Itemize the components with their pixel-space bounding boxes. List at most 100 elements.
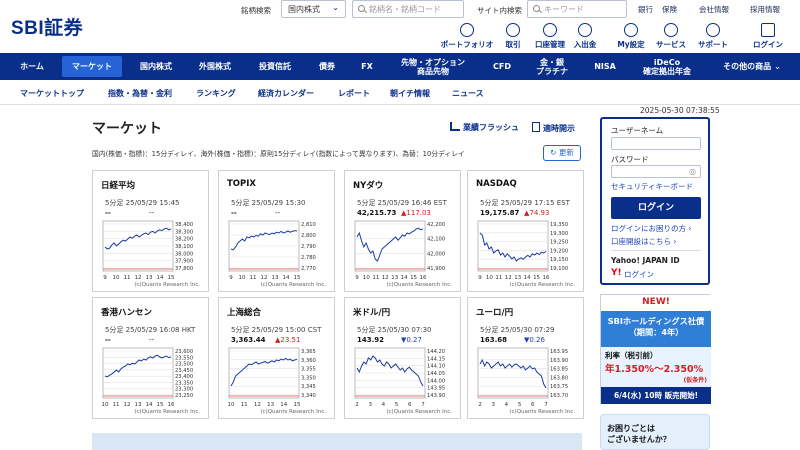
services-button[interactable]: サービス — [651, 23, 691, 50]
x-tick-label: 14 — [401, 275, 408, 281]
card-time: 5分足 25/05/30 07:29 — [480, 326, 555, 334]
nav-ideco[interactable]: iDeCo 確定拠出年金 — [634, 53, 700, 80]
market-card[interactable]: TOPIX 5分足 25/05/29 15:30 -- -- (c)Quants Res… — [218, 170, 335, 292]
nav-other-products[interactable]: その他の商品 ⌄ — [712, 53, 792, 80]
banner-rate: 利率（税引前） 年1.350%〜2.350% (仮条件) — [601, 347, 711, 387]
intraday-chart: 38,40038,300 38,20038,10038,000 37,90037,8… — [102, 220, 193, 281]
market-card[interactable]: 香港ハンセン 5分足 25/05/29 16:08 HKT -- -- (c)Quant… — [92, 297, 209, 419]
subnav-indices[interactable]: 指数・為替・金利 — [108, 88, 172, 99]
link-insurance[interactable]: 保険 — [662, 4, 677, 15]
subnav-market-top[interactable]: マーケットトップ — [20, 88, 84, 99]
x-tick-label: 16 — [543, 275, 550, 281]
y-tick-label: 38,100 — [175, 244, 193, 250]
subnav-reports[interactable]: レポート — [338, 88, 370, 99]
yahoo-login-link[interactable]: ログイン — [624, 269, 654, 280]
intraday-chart: 2,810 2,800 2,790 2,780 2,770 9 10 11 12 13 14 15 — [228, 220, 316, 281]
intraday-chart: 3,365 3,360 3,355 3,350 3,345 3,340 10 11 12 13 14… — [228, 347, 316, 408]
subnav-news[interactable]: ニュース — [452, 88, 484, 99]
card-change: -- — [149, 336, 155, 344]
portfolio-button[interactable]: ポートフォリオ — [440, 23, 494, 50]
login-header-button[interactable]: ログイン — [751, 23, 785, 50]
card-title: NYダウ — [353, 181, 384, 191]
x-tick-label: 7 — [544, 402, 548, 408]
market-card[interactable]: 上海総合 5分足 25/05/29 15:00 CST 3,363.44 ▲23.51… — [218, 297, 335, 419]
market-card[interactable]: 日経平均 5分足 25/05/29 15:45 -- -- (c)Quants Rese… — [92, 170, 209, 292]
subnav-ranking[interactable]: ランキング — [196, 88, 236, 99]
nav-cfd[interactable]: CFD — [486, 53, 518, 80]
bond-banner[interactable]: NEW! SBIホールディングス社債 （期間：4年） 利率（税引前） 年1.350… — [600, 294, 711, 404]
price-series-line — [104, 354, 172, 378]
help-widget[interactable]: お困りごとは ございませんか？ — [600, 414, 710, 450]
nav-investment-trusts[interactable]: 投資信託 — [250, 53, 300, 80]
security-keyboard-link[interactable]: セキュリティキーボード — [611, 181, 693, 192]
y-tick-label: 38,400 — [175, 222, 193, 228]
earnings-flash-link[interactable]: 業績フラッシュ — [450, 122, 519, 133]
login-help-link[interactable]: ログインにお困りの方 › — [611, 223, 691, 234]
account-button[interactable]: 口座管理 — [532, 23, 568, 50]
username-label: ユーザーネーム — [611, 126, 664, 135]
nav-nisa[interactable]: NISA — [588, 53, 622, 80]
card-change: -- — [149, 209, 155, 217]
my-settings-button[interactable]: My設定 — [616, 23, 646, 50]
market-select[interactable]: 国内株式 ⌄ — [281, 0, 346, 18]
main-nav: ホーム マーケット 国内株式 外国株式 投資信託 債券 FX 先物・オプション … — [0, 53, 800, 80]
card-credit: (c)Quants Research Inc. — [260, 282, 326, 288]
x-tick-label: 5 — [518, 402, 522, 408]
yahoo-id-label: Yahoo! JAPAN ID — [611, 256, 680, 265]
refresh-button[interactable]: ↻ 更新 — [543, 145, 581, 161]
nav-bonds[interactable]: 債券 — [309, 53, 345, 80]
username-input[interactable] — [611, 137, 701, 150]
site-search-label: サイト内検索 — [477, 6, 522, 15]
sbi-logo[interactable]: SBI証券 — [11, 13, 83, 40]
card-change: ▼0.27 — [401, 336, 422, 344]
market-card[interactable]: NYダウ 5分足 25/05/29 16:46 EST 42,215.73 ▲117.… — [344, 170, 461, 292]
market-card[interactable]: NASDAQ 5分足 25/05/29 17:15 EST 19,175.87 ▲74… — [467, 170, 584, 292]
card-price: 19,175.87 — [480, 209, 520, 217]
stock-search-label: 銘柄検索 — [241, 6, 271, 15]
card-title: ユーロ/円 — [476, 308, 514, 318]
nav-home[interactable]: ホーム — [12, 53, 52, 80]
nav-gold-silver-platinum[interactable]: 金・銀 プラチナ — [528, 53, 576, 80]
link-company-info[interactable]: 会社情報 — [699, 4, 729, 15]
nav-foreign-stocks[interactable]: 外国株式 — [190, 53, 240, 80]
nav-market[interactable]: マーケット — [62, 56, 122, 77]
timestamp: 2025-05-30 07:38:55 — [640, 106, 720, 115]
password-input[interactable]: ◎ — [611, 165, 701, 178]
y-tick-label: 3,365 — [301, 349, 316, 355]
subnav-economic-calendar[interactable]: 経済カレンダー — [258, 88, 314, 99]
card-title: 日経平均 — [101, 181, 136, 191]
login-button[interactable]: ログイン — [611, 197, 701, 219]
x-tick-label: 11 — [495, 275, 502, 281]
x-tick-label: 10 — [363, 275, 370, 281]
x-tick-label: 14 — [146, 402, 153, 408]
x-tick-label: 5 — [395, 402, 399, 408]
link-bank[interactable]: 銀行 — [638, 4, 653, 15]
x-tick-label: 2 — [355, 402, 359, 408]
nav-futures-options[interactable]: 先物・オプション 商品先物 — [392, 53, 474, 80]
link-recruit[interactable]: 採用情報 — [750, 4, 780, 15]
deposit-button[interactable]: 入出金 — [571, 23, 599, 50]
support-button[interactable]: サポート — [696, 23, 730, 50]
eye-icon[interactable]: ◎ — [689, 167, 696, 176]
market-card[interactable]: 米ドル/円 5分足 25/05/30 07:30 143.92 ▼0.27 (c)Qua… — [344, 297, 461, 419]
y-tick-label: 19,300 — [550, 231, 568, 237]
open-account-link[interactable]: 口座開設はこちら › — [611, 236, 676, 247]
market-card[interactable]: ユーロ/円 5分足 25/05/30 07:29 163.68 ▼0.26 (c)Qua… — [467, 297, 584, 419]
stock-search-input[interactable]: 銘柄名・銘柄コード — [352, 0, 464, 18]
search-icon — [358, 5, 365, 12]
nav-domestic-stocks[interactable]: 国内株式 — [131, 53, 181, 80]
timely-disclosure-link[interactable]: 適時開示 — [532, 122, 575, 134]
keyword-search-input[interactable]: キーワード — [527, 0, 627, 18]
subnav-morning-info[interactable]: 朝イチ情報 — [390, 88, 430, 99]
x-tick-label: 10 — [486, 275, 493, 281]
trade-button[interactable]: 取引 — [500, 23, 526, 50]
x-tick-label: 7 — [421, 402, 425, 408]
card-price: -- — [231, 209, 237, 217]
card-change: -- — [275, 209, 281, 217]
help-text: お困りごとは ございませんか？ — [607, 424, 671, 444]
price-series-line — [230, 357, 298, 387]
y-tick-label: 144.20 — [427, 349, 445, 355]
y-tick-label: 2,800 — [301, 233, 316, 239]
nav-fx[interactable]: FX — [354, 53, 380, 80]
search-icon — [533, 5, 540, 12]
